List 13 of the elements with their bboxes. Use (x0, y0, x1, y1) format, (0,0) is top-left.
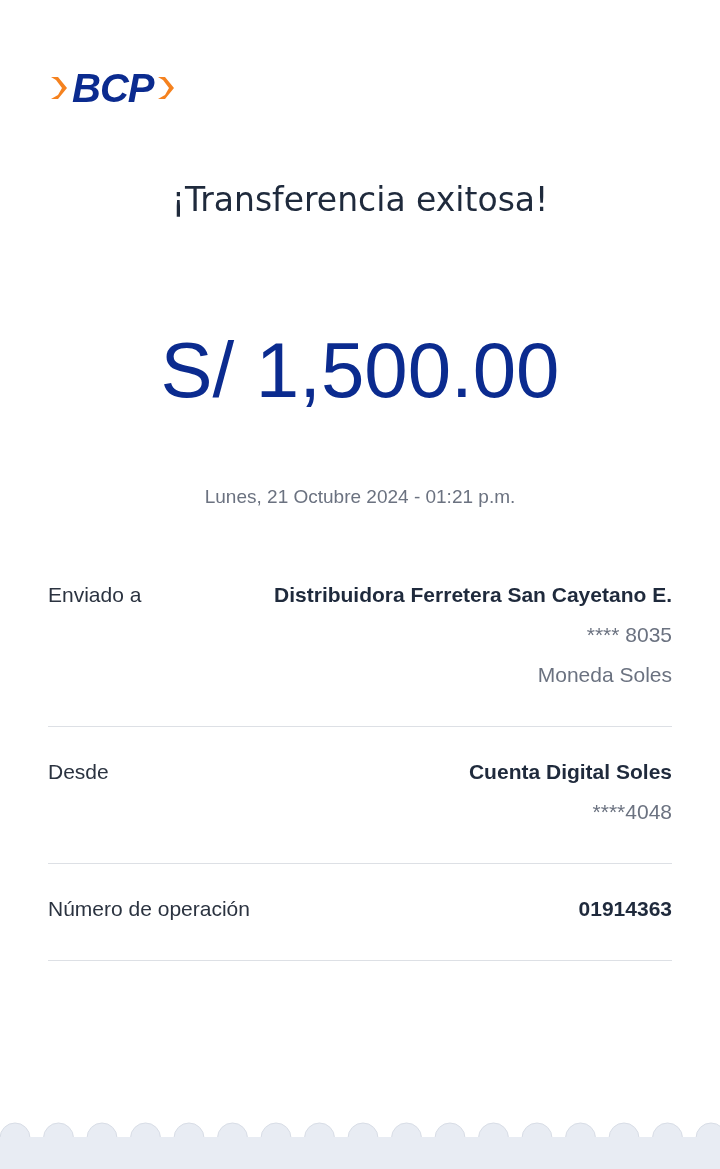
detail-label: Desde (48, 759, 109, 785)
detail-value: Cuenta Digital Soles (468, 759, 672, 785)
success-title: ¡Transferencia exitosa! (170, 179, 550, 221)
date-time: Lunes, 21 Octubre 2024 - 01:21 p.m. (203, 485, 517, 509)
detail-subtext: **** 8035 (586, 622, 672, 648)
detail-subtext: Moneda Soles (537, 662, 672, 688)
detail-value: 01914363 (578, 896, 672, 922)
amount: S/ 1,500.00 (159, 325, 561, 416)
detail-label: Número de operación (48, 896, 250, 922)
logo-text: BCP (72, 66, 154, 110)
detail-value: Distribuidora Ferretera San Cayetano E. (274, 582, 672, 608)
detail-subtext: ****4048 (592, 799, 672, 825)
detail-label: Enviado a (48, 582, 142, 608)
